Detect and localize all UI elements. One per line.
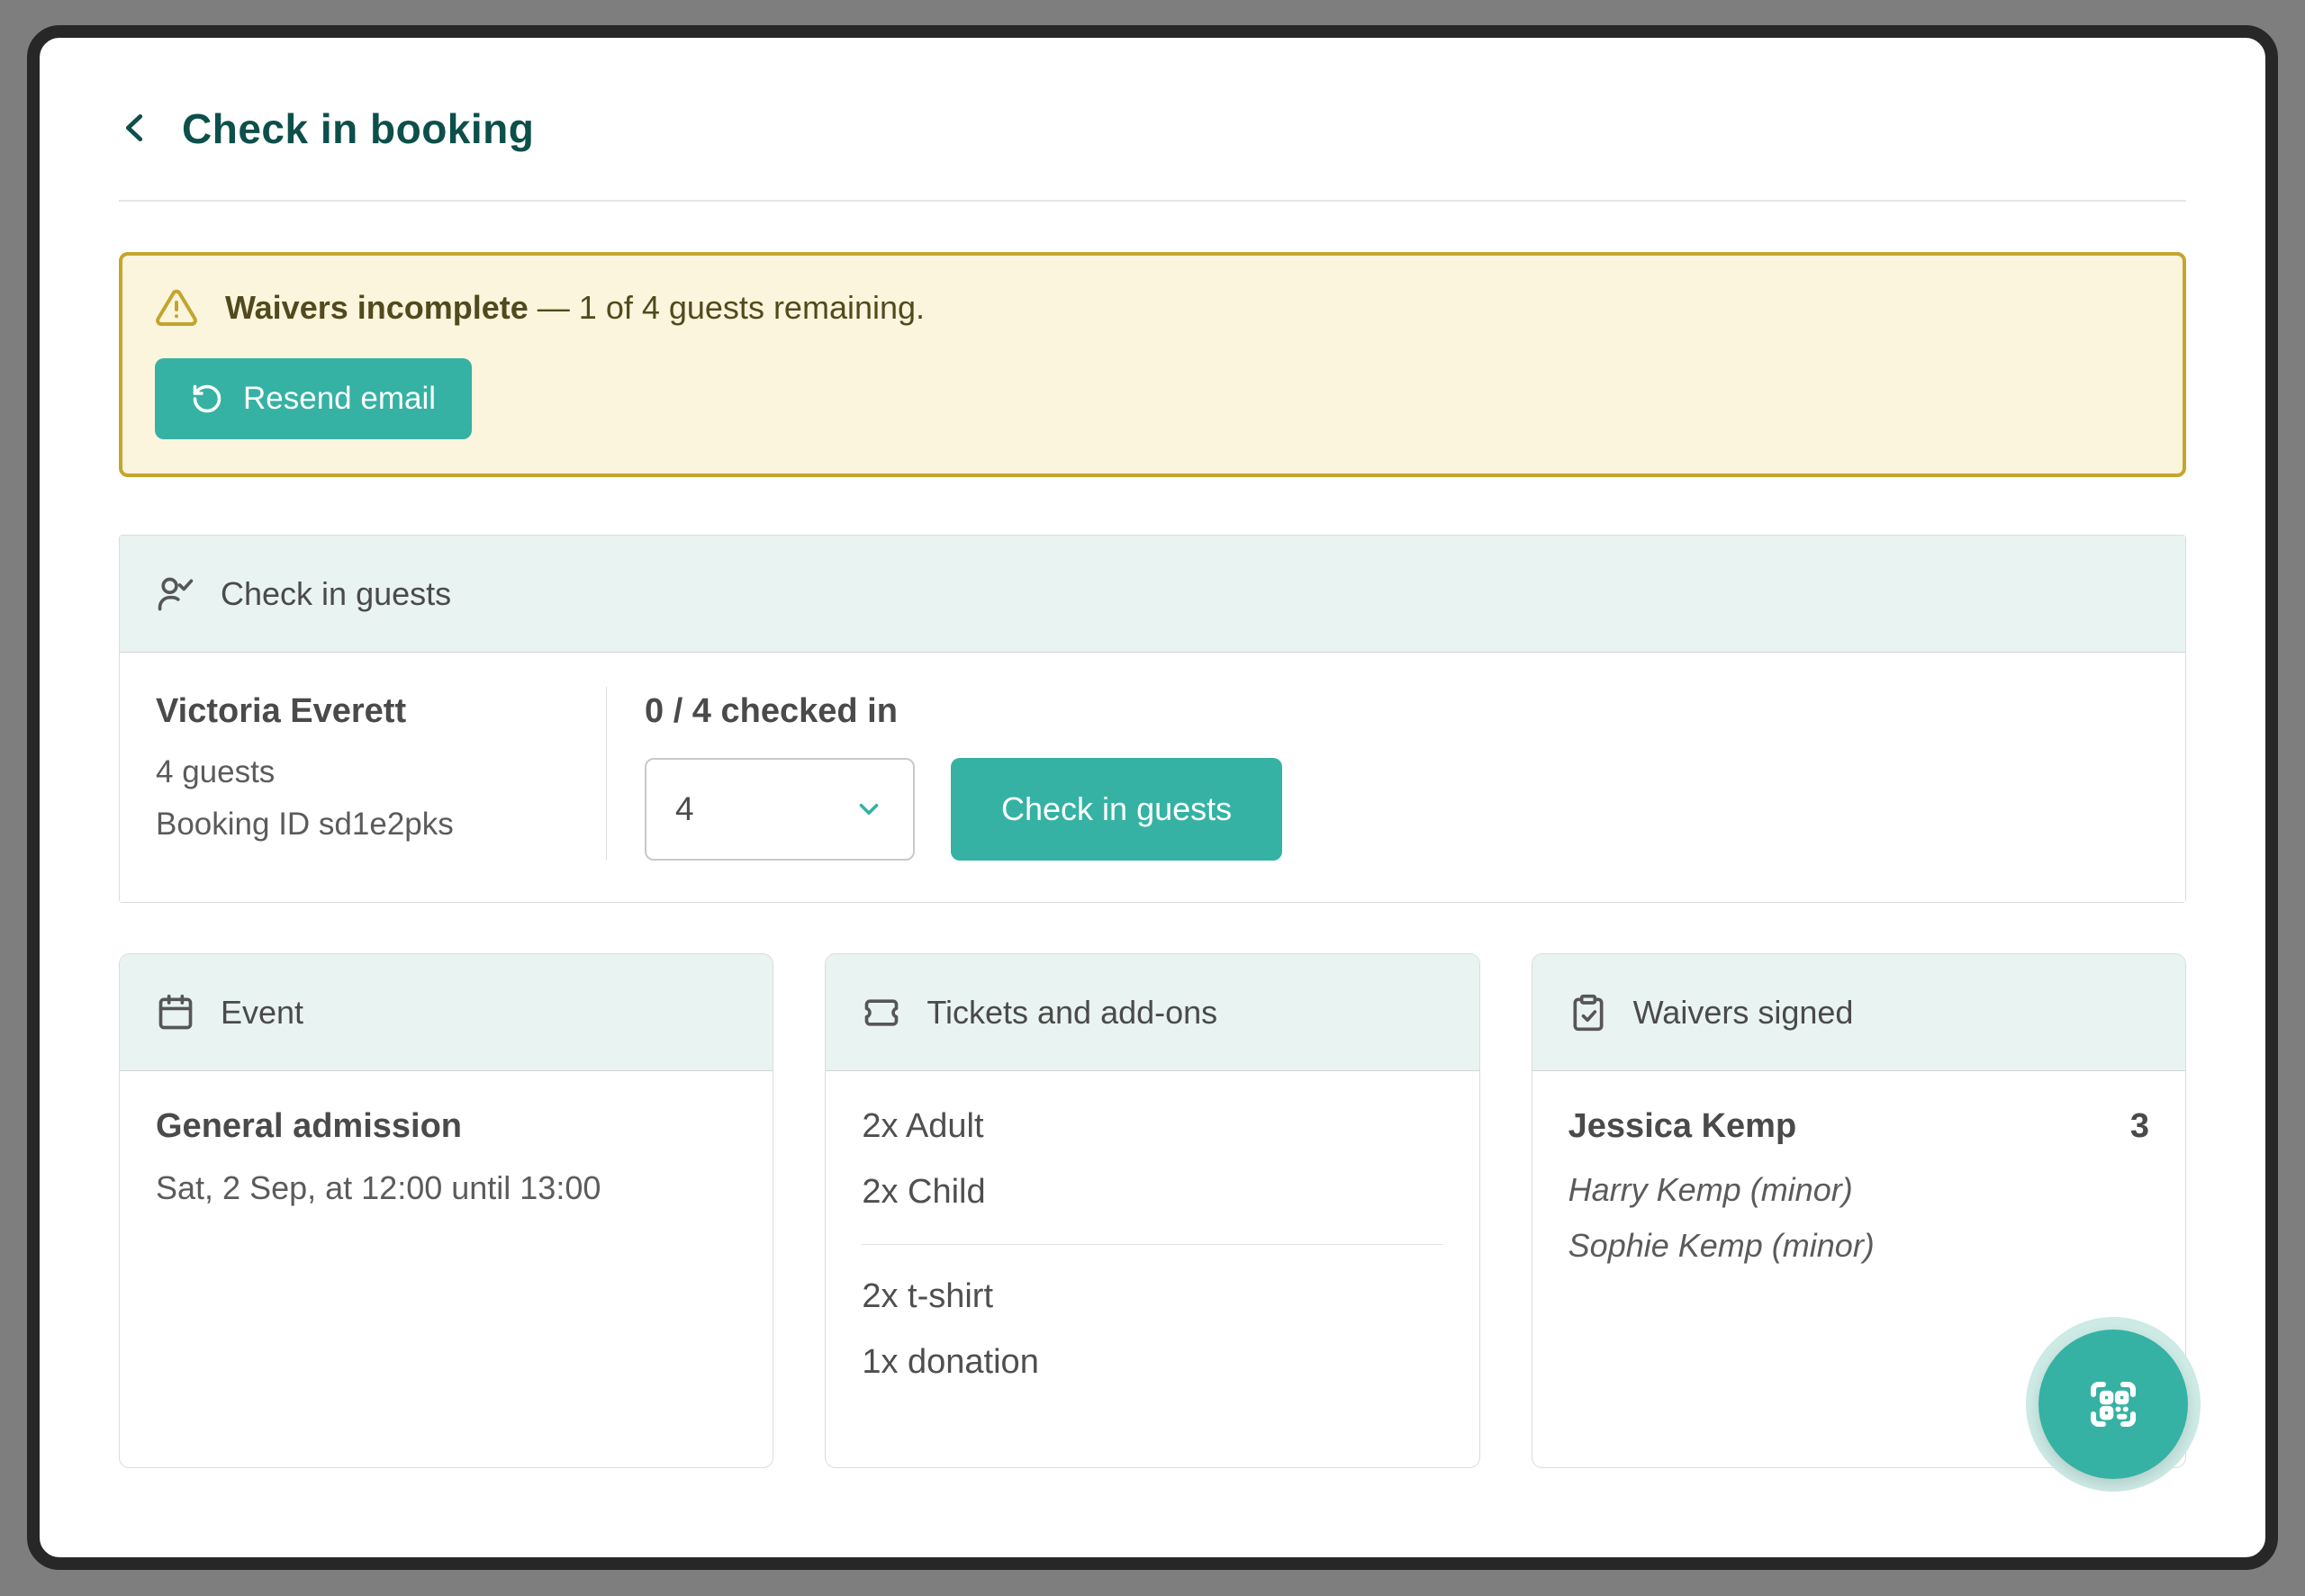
clipboard-check-icon — [1568, 993, 1608, 1032]
addon-item: 1x donation — [862, 1343, 1442, 1382]
guest-name: Victoria Everett — [156, 692, 606, 731]
chevron-down-icon — [854, 794, 884, 825]
ticket-item: 2x Child — [862, 1173, 1442, 1212]
waiver-count: 3 — [2130, 1107, 2149, 1146]
event-card: Event General admission Sat, 2 Sep, at 1… — [119, 953, 773, 1468]
info-cards: Event General admission Sat, 2 Sep, at 1… — [119, 953, 2186, 1468]
addons-divider — [862, 1244, 1442, 1245]
waivers-card: Waivers signed Jessica Kemp 3 Harry Kemp… — [1532, 953, 2186, 1468]
header-divider — [119, 200, 2186, 202]
rotate-ccw-icon — [191, 383, 223, 415]
calendar-icon — [156, 993, 195, 1032]
resend-email-button[interactable]: Resend email — [155, 358, 472, 439]
event-card-title: Event — [221, 994, 303, 1032]
guest-quantity-select[interactable]: 4 — [645, 758, 915, 861]
event-datetime: Sat, 2 Sep, at 12:00 until 13:00 — [156, 1169, 737, 1207]
waivers-card-header: Waivers signed — [1532, 954, 2185, 1071]
guest-summary: Victoria Everett 4 guests Booking ID sd1… — [156, 687, 606, 861]
checkin-panel-header: Check in guests — [120, 536, 2185, 653]
qr-scan-button-halo — [2026, 1317, 2201, 1492]
checkin-panel: Check in guests Victoria Everett 4 guest… — [119, 535, 2186, 903]
ticket-item: 2x Adult — [862, 1107, 1442, 1146]
user-check-icon — [156, 574, 195, 614]
waiver-signer-name: Jessica Kemp — [1568, 1107, 1797, 1146]
waiver-minor: Sophie Kemp (minor) — [1568, 1227, 2149, 1265]
app-window: Check in booking Waivers incomplete — 1 … — [27, 25, 2278, 1570]
tickets-card: Tickets and add-ons 2x Adult 2x Child 2x… — [825, 953, 1479, 1468]
booking-id: Booking ID sd1e2pks — [156, 807, 606, 843]
guest-quantity-value: 4 — [675, 790, 694, 828]
waivers-warning-banner: Waivers incomplete — 1 of 4 guests remai… — [119, 252, 2186, 477]
checked-in-progress: 0 / 4 checked in — [645, 692, 1282, 731]
qr-scan-button[interactable] — [2038, 1330, 2188, 1479]
tickets-card-title: Tickets and add-ons — [927, 994, 1217, 1032]
warning-triangle-icon — [155, 286, 198, 329]
checkin-panel-body: Victoria Everett 4 guests Booking ID sd1… — [120, 653, 2185, 902]
waivers-card-title: Waivers signed — [1633, 994, 1854, 1032]
back-button[interactable] — [119, 111, 153, 148]
checkin-controls: 0 / 4 checked in 4 Check in guests — [607, 687, 1282, 861]
qr-scan-icon — [2084, 1375, 2143, 1434]
guest-count: 4 guests — [156, 754, 606, 790]
check-in-guests-button[interactable]: Check in guests — [951, 758, 1282, 861]
page-title: Check in booking — [182, 104, 534, 153]
chevron-left-icon — [119, 111, 153, 148]
waiver-minor: Harry Kemp (minor) — [1568, 1171, 2149, 1209]
resend-email-label: Resend email — [243, 381, 436, 417]
event-card-header: Event — [120, 954, 773, 1071]
warning-message: Waivers incomplete — 1 of 4 guests remai… — [225, 289, 925, 327]
tickets-card-header: Tickets and add-ons — [826, 954, 1478, 1071]
addon-item: 2x t-shirt — [862, 1277, 1442, 1316]
checkin-panel-title: Check in guests — [221, 575, 451, 613]
event-name: General admission — [156, 1107, 737, 1146]
page-header: Check in booking — [119, 104, 2186, 153]
warning-detail: — 1 of 4 guests remaining. — [538, 289, 925, 326]
warning-title: Waivers incomplete — [225, 289, 529, 326]
ticket-icon — [862, 993, 901, 1032]
